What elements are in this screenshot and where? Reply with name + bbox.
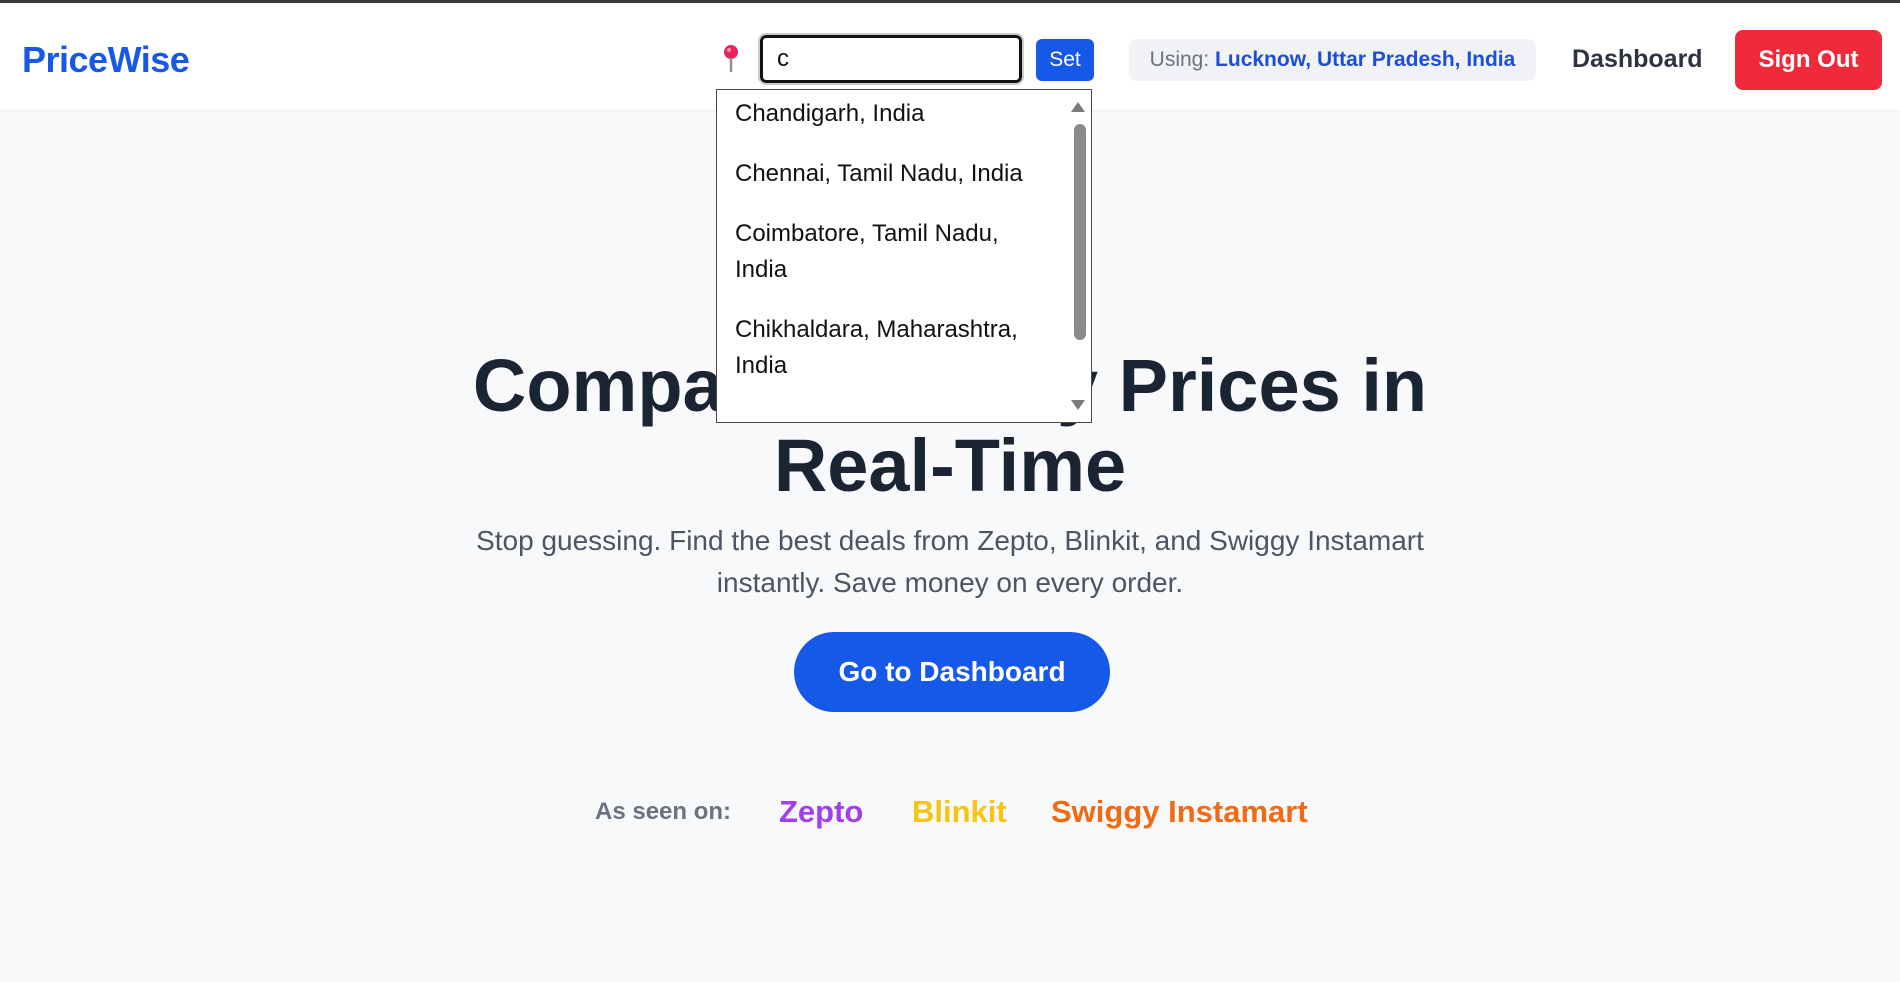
suggestion-text-continued: India xyxy=(735,352,788,379)
nav-dashboard-link[interactable]: Dashboard xyxy=(1572,45,1703,74)
hero-subtitle-line: instantly. Save money on every order. xyxy=(716,567,1184,598)
brand-swiggy-instamart: Swiggy Instamart xyxy=(1051,794,1308,829)
sign-out-button[interactable]: Sign Out xyxy=(1735,30,1882,90)
scroll-down-arrow-icon[interactable] xyxy=(1071,400,1085,410)
brand-zepto: Zepto xyxy=(779,794,864,829)
suggestion-text: Chikhaldara, Maharashtra, xyxy=(735,316,1018,343)
go-to-dashboard-button[interactable]: Go to Dashboard xyxy=(794,632,1110,712)
brand-blinkit: Blinkit xyxy=(912,794,1007,829)
current-location-prefix: Using: xyxy=(1149,48,1210,71)
hero-subtitle: Stop guessing. Find the best deals from … xyxy=(0,520,1900,604)
current-location-city: Lucknow, Uttar Pradesh, India xyxy=(1215,48,1516,71)
suggestion-item[interactable]: Chennai, Tamil Nadu, India xyxy=(735,156,1055,192)
scroll-up-arrow-icon[interactable] xyxy=(1071,102,1085,112)
hero-title-line: Real-Time xyxy=(773,424,1127,507)
suggestion-item[interactable]: Chandigarh, India xyxy=(735,96,1055,132)
scrollbar-thumb[interactable] xyxy=(1074,124,1086,340)
location-suggestions-dropdown[interactable]: Chandigarh, India Chennai, Tamil Nadu, I… xyxy=(716,89,1092,423)
suggestion-item[interactable]: Coimbatore, Tamil Nadu, India xyxy=(735,216,1055,288)
suggestion-text-continued: India xyxy=(735,256,788,283)
suggestion-text: Chandigarh, India xyxy=(735,100,925,127)
map-pin-icon xyxy=(724,45,738,73)
app-logo[interactable]: PriceWise xyxy=(22,39,190,81)
suggestion-text: Chennai, Tamil Nadu, India xyxy=(735,160,1023,187)
hero-subtitle-line: Stop guessing. Find the best deals from … xyxy=(476,525,1424,556)
suggestion-text: Coimbatore, Tamil Nadu, xyxy=(735,220,999,247)
as-seen-on-label: As seen on: xyxy=(595,798,732,825)
dropdown-scrollbar[interactable] xyxy=(1069,90,1091,422)
current-location-badge: Using: Lucknow, Uttar Pradesh, India xyxy=(1129,39,1536,81)
set-location-button[interactable]: Set xyxy=(1036,39,1094,81)
location-search-input[interactable] xyxy=(758,33,1024,85)
suggestion-item[interactable]: Chikhaldara, Maharashtra, India xyxy=(735,312,1055,384)
